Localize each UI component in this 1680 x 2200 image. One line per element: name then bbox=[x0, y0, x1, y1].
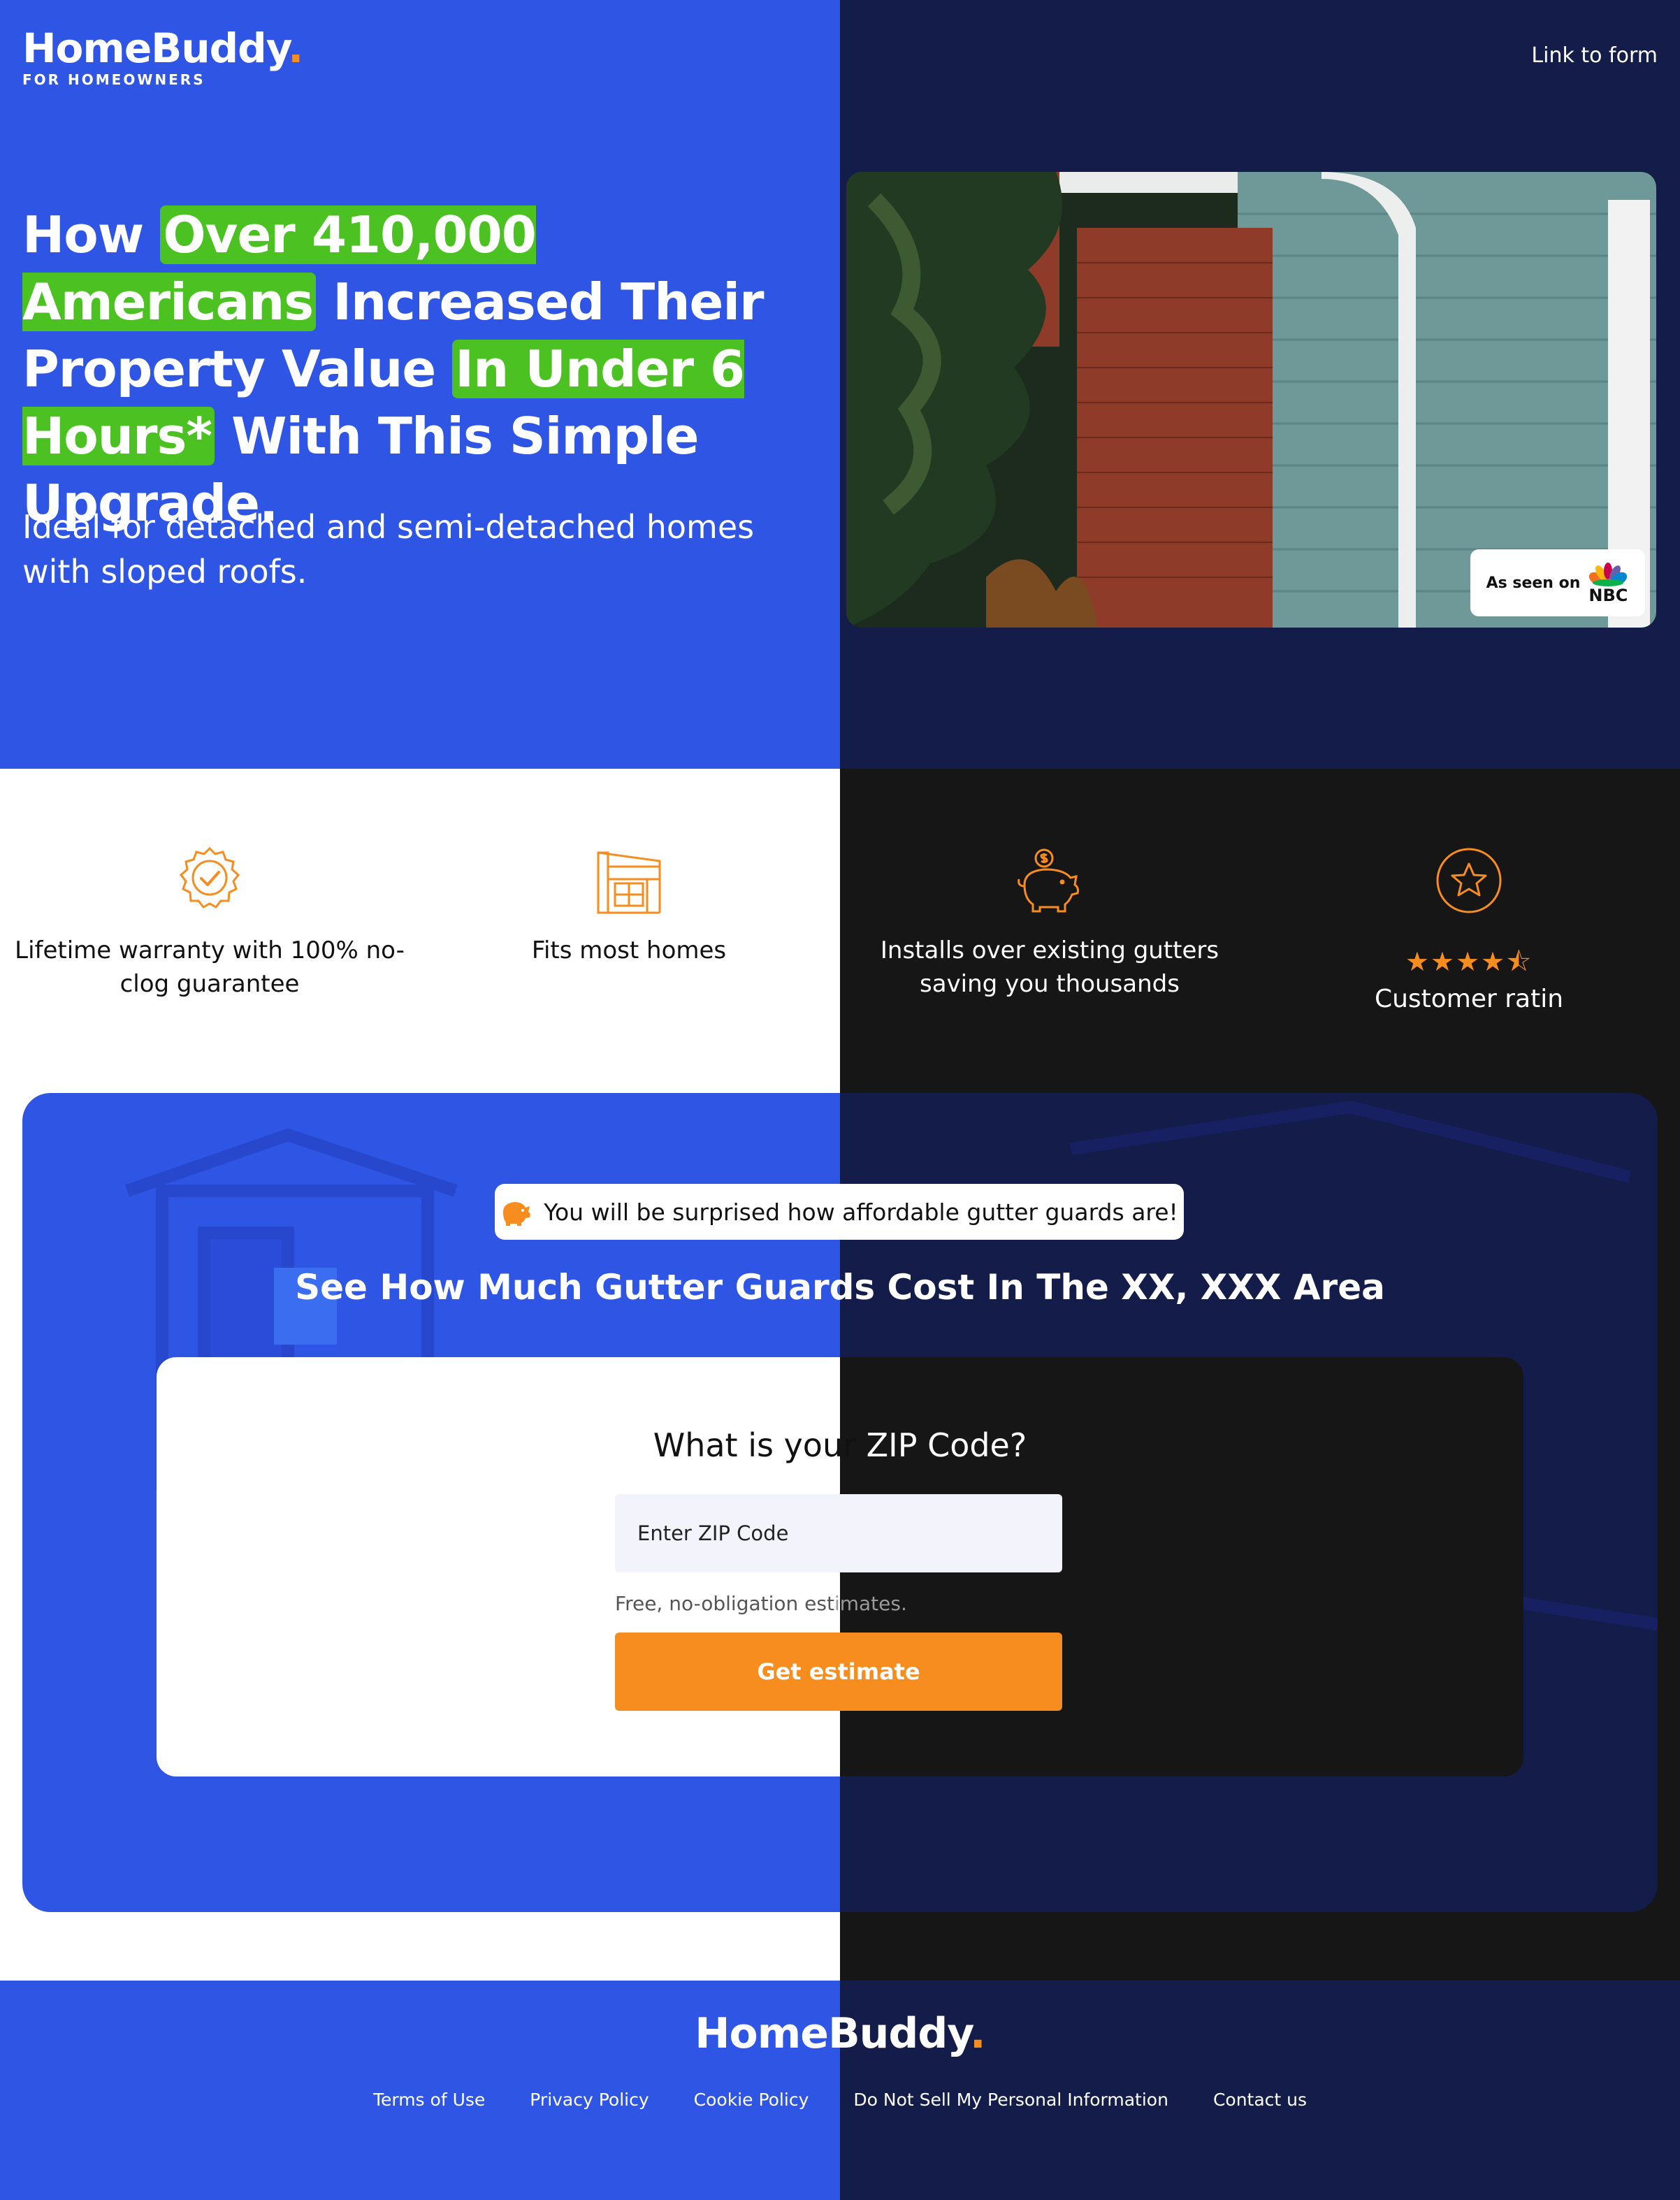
as-seen-on-nbc-badge: As seen on NBC bbox=[1470, 549, 1645, 616]
house-icon bbox=[597, 851, 661, 914]
nbc-peacock-icon bbox=[1589, 563, 1628, 586]
badge-check-icon bbox=[179, 846, 240, 909]
get-estimate-button[interactable]: Get estimate bbox=[615, 1633, 1062, 1711]
estimate-section: You will be surprised how affordable gut… bbox=[22, 1093, 1658, 1912]
hero-headline: How Over 410,000 Americans Increased The… bbox=[22, 205, 765, 533]
feature-label: Fits most homes bbox=[531, 936, 727, 964]
feature-customer-rating: ★★★★⯪ Customer ratin bbox=[1259, 846, 1679, 1016]
footer-link-do-not-sell[interactable]: Do Not Sell My Personal Information bbox=[853, 2090, 1168, 2110]
hero-subtitle: Ideal for detached and semi-detached hom… bbox=[22, 508, 755, 591]
header-logo[interactable]: HomeBuddy. FOR HOMEOWNERS bbox=[22, 24, 303, 88]
logo-tagline: FOR HOMEOWNERS bbox=[22, 71, 205, 88]
rating-stars: ★★★★⯪ bbox=[1405, 946, 1533, 977]
footer-logo[interactable]: HomeBuddy. bbox=[0, 2006, 1680, 2062]
affordable-notice-pill: You will be surprised how affordable gut… bbox=[495, 1184, 1184, 1240]
zip-form-card: What is your ZIP Code? Free, no-obligati… bbox=[157, 1357, 1523, 1776]
nbc-logo: NBC bbox=[1587, 562, 1629, 604]
feature-warranty: Lifetime warranty with 100% no-clog guar… bbox=[0, 846, 419, 1001]
estimate-title: See How Much Gutter Guards Cost In The X… bbox=[295, 1267, 1385, 1308]
estimate-disclaimer: Free, no-obligation estimates. bbox=[615, 1592, 907, 1615]
feature-label: Customer ratin bbox=[1374, 985, 1564, 1013]
zip-code-input[interactable] bbox=[615, 1494, 1062, 1572]
zip-question: What is your ZIP Code? bbox=[653, 1426, 1027, 1464]
footer-link-terms[interactable]: Terms of Use bbox=[373, 2090, 485, 2110]
logo-wordmark: HomeBuddy. bbox=[22, 24, 303, 72]
star-circle-icon bbox=[1436, 848, 1502, 913]
footer-link-privacy[interactable]: Privacy Policy bbox=[530, 2090, 649, 2110]
feature-label: Installs over existing gutters saving yo… bbox=[880, 936, 1219, 998]
link-to-form[interactable]: Link to form bbox=[1531, 43, 1658, 68]
piggy-bank-icon bbox=[503, 1202, 530, 1226]
feature-fits-homes: Fits most homes bbox=[419, 846, 839, 967]
hero-house-photo: As seen on NBC bbox=[846, 172, 1656, 628]
feature-installs-over-gutters: Installs over existing gutters saving yo… bbox=[840, 846, 1259, 1001]
feature-label: Lifetime warranty with 100% no-clog guar… bbox=[15, 936, 405, 998]
footer-link-cookie[interactable]: Cookie Policy bbox=[694, 2090, 809, 2110]
footer-link-contact[interactable]: Contact us bbox=[1213, 2090, 1307, 2110]
piggy-bank-icon bbox=[1018, 848, 1079, 913]
footer-links: Terms of Use Privacy Policy Cookie Polic… bbox=[0, 2090, 1680, 2110]
